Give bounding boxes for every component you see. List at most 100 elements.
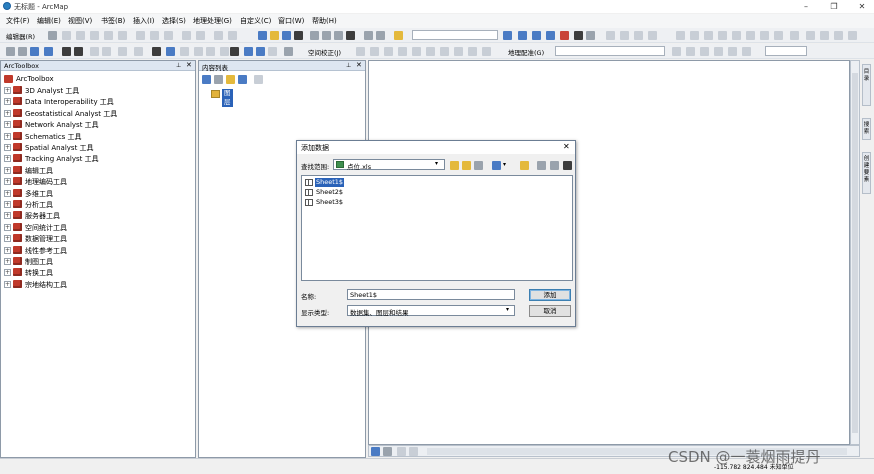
print-icon[interactable] (294, 31, 303, 40)
name-input[interactable]: Sheet1$ (347, 289, 515, 300)
attributes-icon[interactable] (136, 31, 145, 40)
expand-icon[interactable]: + (4, 178, 11, 186)
data-view-icon[interactable] (371, 447, 380, 456)
tool-d-icon[interactable] (718, 31, 727, 40)
view-options-icon[interactable] (492, 161, 501, 170)
map-scale-combo[interactable] (412, 30, 498, 40)
pan-icon[interactable] (30, 47, 39, 56)
select-elements-icon[interactable] (152, 47, 161, 56)
go-to-home-icon[interactable] (462, 161, 471, 170)
save-icon[interactable] (282, 31, 291, 40)
menu-insert[interactable]: 插入(I) (133, 16, 155, 26)
restore-icon[interactable]: ❐ (828, 1, 840, 12)
expand-icon[interactable]: + (4, 87, 11, 94)
map-vertical-scrollbar[interactable] (850, 60, 860, 445)
georef-tool-b-icon[interactable] (686, 47, 695, 56)
look-in-combo[interactable]: 点位.xls ▾ (333, 159, 445, 171)
menu-bookmarks[interactable]: 书签(B) (101, 16, 125, 26)
adjust-tool-e-icon[interactable] (412, 47, 421, 56)
expand-icon[interactable]: + (4, 121, 11, 129)
find-route-icon[interactable] (220, 47, 229, 56)
rotate-tool-icon[interactable] (118, 31, 127, 40)
scrollbar-thumb[interactable] (852, 73, 858, 433)
show-type-combo[interactable]: 数据集、图层和结果 ▾ (347, 305, 515, 317)
menu-help[interactable]: 帮助(H) (312, 16, 337, 26)
python-icon[interactable] (574, 31, 583, 40)
pin-icon[interactable]: ⊥ (176, 62, 181, 69)
menu-customize[interactable]: 自定义(C) (240, 16, 271, 26)
new-document-icon[interactable] (258, 31, 267, 40)
zoom-in-icon[interactable] (6, 47, 15, 56)
go-to-xy-icon[interactable] (244, 47, 253, 56)
adjust-tool-c-icon[interactable] (384, 47, 393, 56)
model-builder-icon[interactable] (586, 31, 595, 40)
menu-file[interactable]: 文件(F) (6, 16, 30, 26)
close-panel-icon[interactable]: ✕ (186, 61, 192, 69)
table-of-contents-icon[interactable] (518, 31, 527, 40)
hyperlink-icon[interactable] (180, 47, 189, 56)
editor-toolbar-icon[interactable] (503, 31, 512, 40)
toc-close-icon[interactable]: ✕ (356, 61, 362, 69)
manage-icon[interactable] (563, 161, 572, 170)
tool-m-icon[interactable] (848, 31, 857, 40)
georef-tool-f-icon[interactable] (742, 47, 751, 56)
zoom-out-icon[interactable] (18, 47, 27, 56)
tool-i-icon[interactable] (790, 31, 799, 40)
reshape-icon[interactable] (196, 31, 205, 40)
close-icon[interactable]: ✕ (856, 1, 868, 12)
expand-icon[interactable]: + (4, 144, 11, 151)
adjust-tool-b-icon[interactable] (370, 47, 379, 56)
search-window-icon[interactable] (546, 31, 555, 40)
tool-h-icon[interactable] (774, 31, 783, 40)
solve-icon[interactable] (648, 31, 657, 40)
rotation-angle-input[interactable] (765, 46, 807, 56)
open-icon[interactable] (270, 31, 279, 40)
up-one-level-icon[interactable] (450, 161, 459, 170)
undo-icon[interactable] (364, 31, 373, 40)
georef-tool-c-icon[interactable] (700, 47, 709, 56)
catalog-tab[interactable]: 目录 (862, 64, 871, 106)
identify-icon[interactable] (166, 47, 175, 56)
paste-icon[interactable] (334, 31, 343, 40)
adjust-tool-j-icon[interactable] (482, 47, 491, 56)
pause-drawing-icon[interactable] (409, 447, 418, 456)
menu-selection[interactable]: 选择(S) (162, 16, 186, 26)
chevron-down-icon[interactable]: ▾ (435, 160, 438, 167)
add-button[interactable]: 添加 (529, 289, 571, 301)
sketch-tool-icon[interactable] (62, 31, 71, 40)
back-extent-icon[interactable] (90, 47, 99, 56)
split-tool-icon[interactable] (104, 31, 113, 40)
expand-icon[interactable]: + (4, 212, 11, 220)
forward-extent-icon[interactable] (102, 47, 111, 56)
sketch-properties-icon[interactable] (150, 31, 159, 40)
list-by-selection-icon[interactable] (238, 75, 247, 84)
delete-icon[interactable] (346, 31, 355, 40)
tool-e-icon[interactable] (732, 31, 741, 40)
straight-segment-icon[interactable] (76, 31, 85, 40)
cut-polygons-icon[interactable] (182, 31, 191, 40)
tool-j-icon[interactable] (806, 31, 815, 40)
georef-tool-e-icon[interactable] (728, 47, 737, 56)
expand-icon[interactable]: + (4, 269, 11, 277)
redo-icon[interactable] (376, 31, 385, 40)
refresh-icon[interactable] (397, 447, 406, 456)
adjust-tool-f-icon[interactable] (426, 47, 435, 56)
arctoolbox-icon[interactable] (560, 31, 569, 40)
list-by-visibility-icon[interactable] (226, 75, 235, 84)
toggle-contents-icon[interactable] (474, 161, 483, 170)
list-by-source-icon[interactable] (214, 75, 223, 84)
create-features-tab[interactable]: 创建要素 (862, 152, 871, 194)
trace-network-icon[interactable] (606, 31, 615, 40)
view-menu-chevron-icon[interactable]: ▾ (503, 161, 506, 168)
catalog-icon[interactable] (532, 31, 541, 40)
tool-c-icon[interactable] (704, 31, 713, 40)
list-by-drawing-order-icon[interactable] (202, 75, 211, 84)
dialog-close-icon[interactable]: ✕ (563, 142, 570, 151)
spatial-adjustment-menu[interactable]: 空间校正(J) (308, 47, 341, 57)
copy-icon[interactable] (322, 31, 331, 40)
catalog-options-icon[interactable] (550, 161, 559, 170)
menu-edit[interactable]: 编辑(E) (37, 16, 61, 26)
expand-icon[interactable]: + (4, 189, 11, 197)
trace-tool-icon[interactable] (90, 31, 99, 40)
expand-icon[interactable]: + (4, 258, 11, 265)
